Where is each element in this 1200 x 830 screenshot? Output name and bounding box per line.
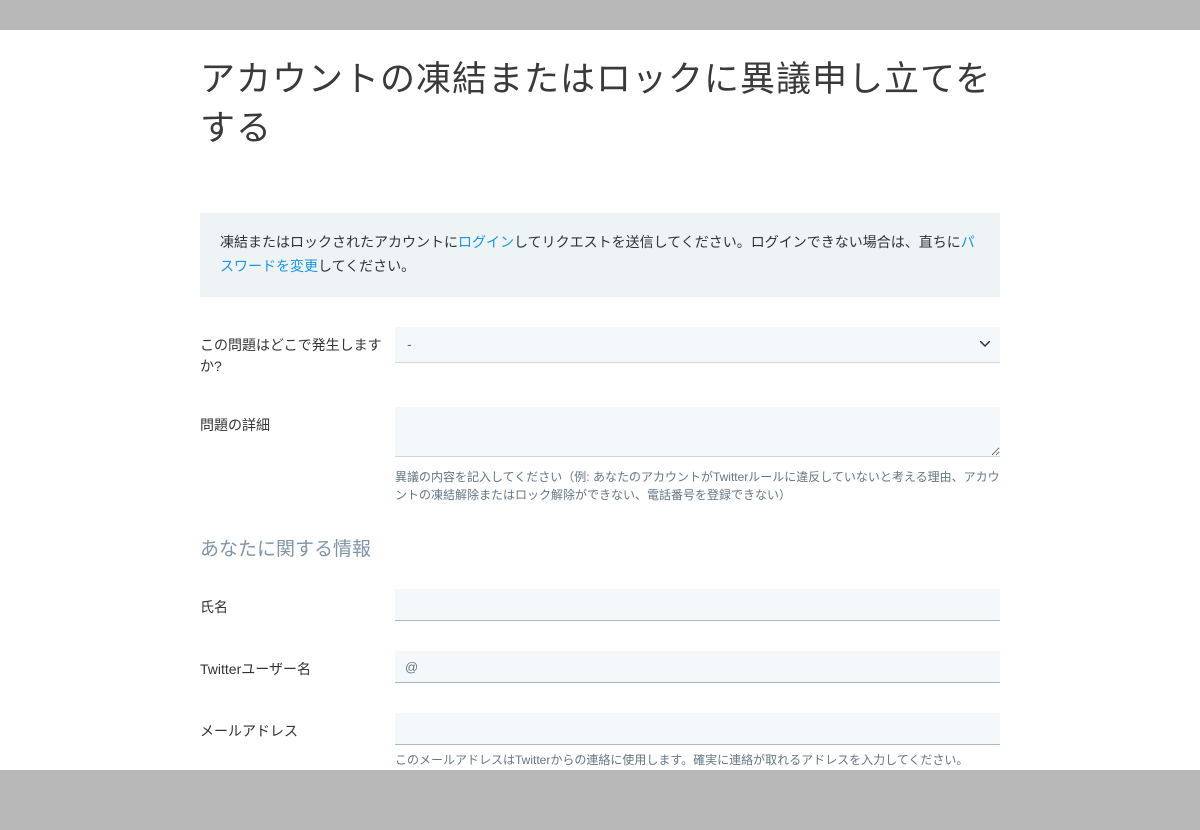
name-label: 氏名 bbox=[200, 589, 395, 621]
details-textarea[interactable] bbox=[395, 407, 1000, 457]
page-title: アカウントの凍結またはロックに異議申し立てをする bbox=[200, 55, 1000, 153]
bottom-strip bbox=[0, 770, 1200, 800]
where-select[interactable]: - bbox=[395, 327, 1000, 363]
where-label: この問題はどこで発生しますか? bbox=[200, 327, 395, 377]
email-help-text: このメールアドレスはTwitterからの連絡に使用します。確実に連絡が取れるアド… bbox=[395, 751, 1000, 769]
details-help-text: 異議の内容を記入してください（例: あなたのアカウントがTwitterルールに違… bbox=[395, 468, 1000, 504]
about-you-heading: あなたに関する情報 bbox=[200, 534, 1000, 561]
email-label: メールアドレス bbox=[200, 713, 395, 769]
email-input[interactable] bbox=[395, 713, 1000, 745]
info-text: してください。 bbox=[318, 258, 415, 274]
login-link[interactable]: ログイン bbox=[458, 234, 514, 250]
login-info-box: 凍結またはロックされたアカウントにログインしてリクエストを送信してください。ログ… bbox=[200, 213, 1000, 297]
username-input[interactable] bbox=[395, 651, 1000, 683]
username-prefix: @ bbox=[405, 659, 418, 674]
username-label: Twitterユーザー名 bbox=[200, 651, 395, 683]
details-label: 問題の詳細 bbox=[200, 407, 395, 504]
name-input[interactable] bbox=[395, 589, 1000, 621]
info-text: してリクエストを送信してください。ログインできない場合は、直ちに bbox=[514, 234, 961, 250]
info-text: 凍結またはロックされたアカウントに bbox=[220, 234, 458, 250]
